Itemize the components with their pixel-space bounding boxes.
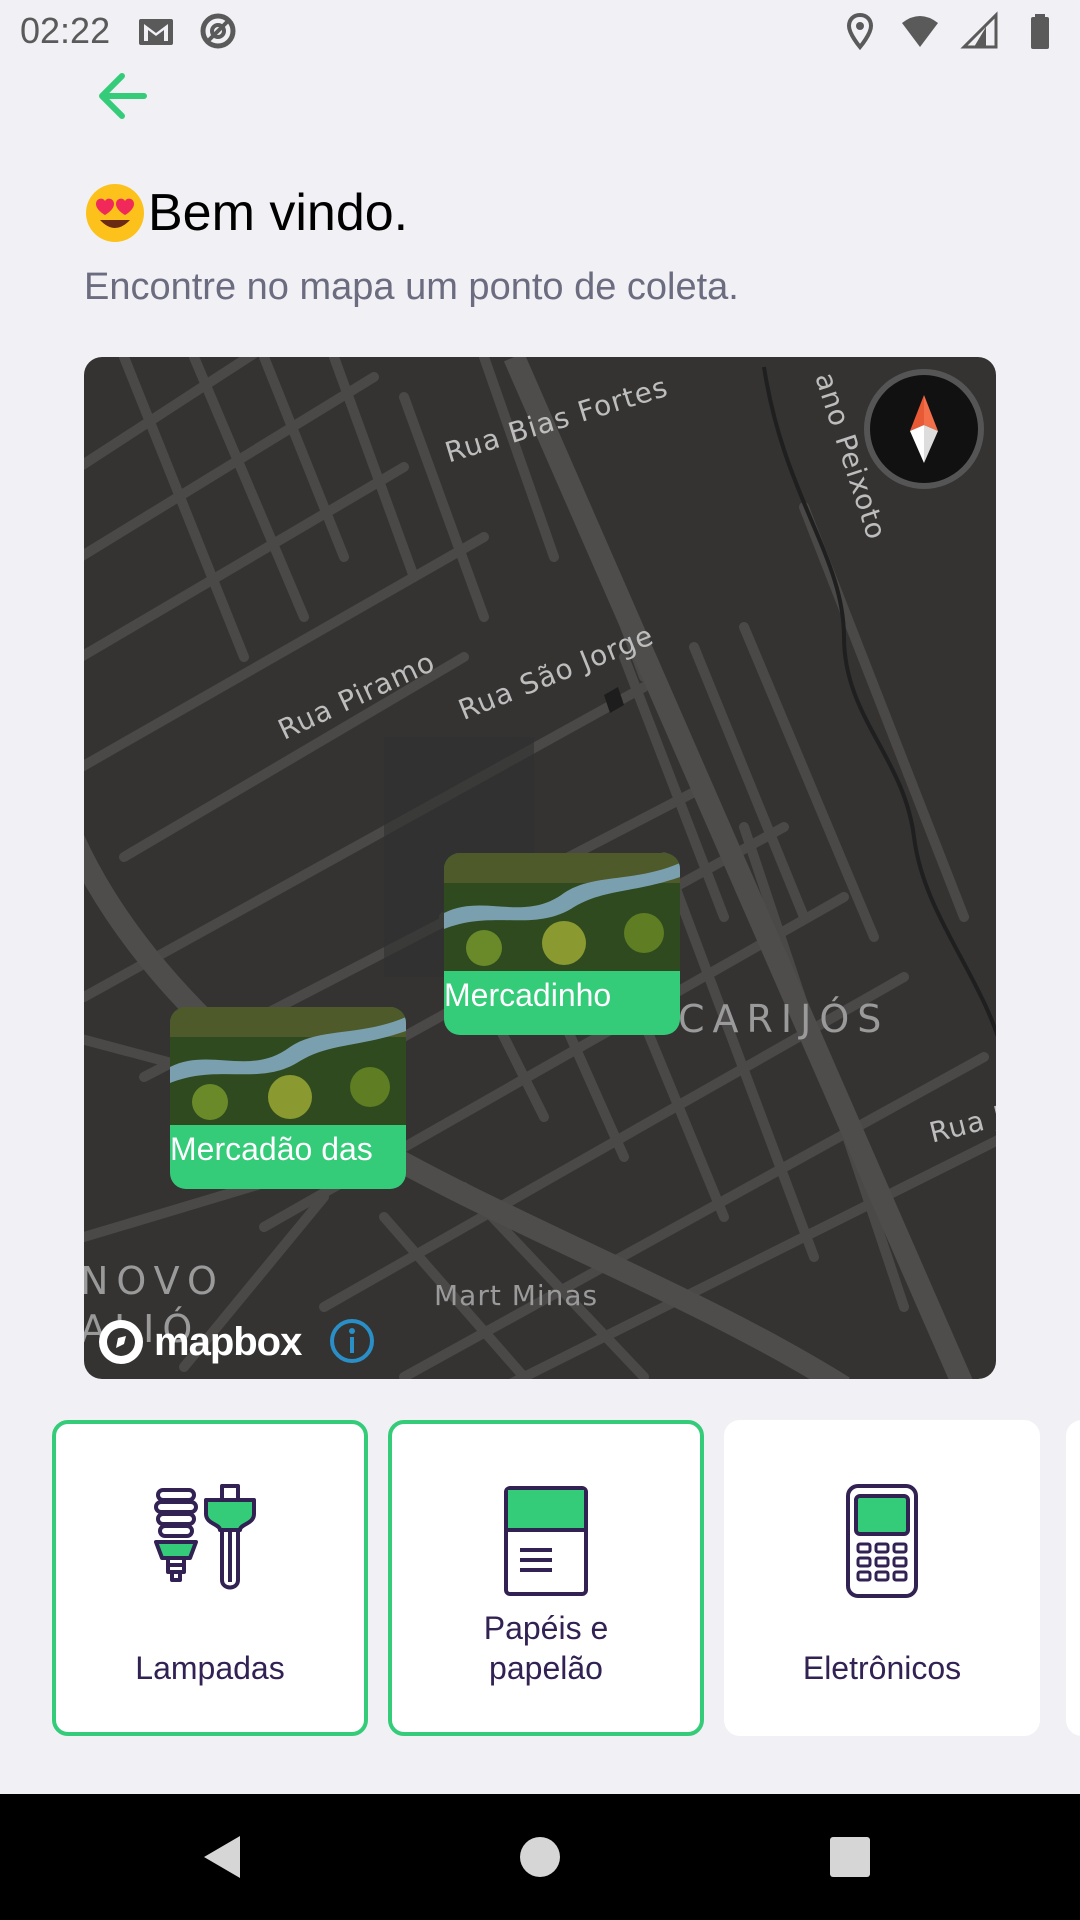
light-bulbs-icon bbox=[154, 1484, 256, 1590]
item-label: Papéis e papelão bbox=[483, 1610, 609, 1686]
nav-back-icon[interactable] bbox=[190, 1824, 256, 1890]
item-card-eletronicos[interactable]: Eletrônicos bbox=[724, 1420, 1040, 1736]
item-card-partial[interactable] bbox=[1066, 1420, 1080, 1736]
welcome-header: Bem vindo. bbox=[84, 182, 408, 244]
item-label: Lampadas bbox=[135, 1650, 285, 1686]
map-marker[interactable]: Mercadão das bbox=[170, 1007, 406, 1189]
item-label: Eletrônicos bbox=[802, 1650, 962, 1686]
marker-label: Mercadão das bbox=[170, 1131, 373, 1167]
location-icon bbox=[846, 12, 874, 51]
district-label: NOVO bbox=[84, 1259, 225, 1303]
status-time: 02:22 bbox=[20, 10, 111, 51]
map-marker[interactable]: Mercadinho bbox=[444, 853, 680, 1035]
paper-icon bbox=[504, 1486, 588, 1596]
status-bar: 02:22 bbox=[0, 0, 1080, 62]
mapbox-logo-icon bbox=[99, 1320, 143, 1364]
at-sign-icon bbox=[200, 13, 236, 49]
map-view[interactable]: Rua Bias Fortes Rua São Jorge Rua Piramo… bbox=[84, 357, 996, 1379]
heart-eyes-emoji-icon bbox=[86, 184, 144, 242]
page-title: Bem vindo. bbox=[148, 184, 409, 242]
system-nav-bar bbox=[0, 1794, 1080, 1920]
street-label: Mart Minas bbox=[434, 1279, 599, 1312]
electronics-icon bbox=[846, 1484, 918, 1598]
marker-photo bbox=[444, 853, 680, 971]
item-card-papeis[interactable]: Papéis e papelão bbox=[388, 1420, 704, 1736]
marker-photo bbox=[170, 1007, 406, 1125]
page-subtitle: Encontre no mapa um ponto de coleta. bbox=[84, 266, 739, 308]
items-scroll-list[interactable]: Lampadas Papéis e papelão Eletrônicos bbox=[52, 1420, 1080, 1736]
item-card-lampadas[interactable]: Lampadas bbox=[52, 1420, 368, 1736]
back-arrow-icon[interactable] bbox=[92, 64, 156, 128]
district-label: CARIJÓS bbox=[678, 997, 890, 1041]
nav-recents-icon[interactable] bbox=[817, 1824, 883, 1890]
info-icon[interactable] bbox=[328, 1317, 376, 1365]
wifi-icon bbox=[902, 16, 938, 47]
signal-icon bbox=[960, 11, 998, 49]
nav-home-icon[interactable] bbox=[507, 1824, 573, 1890]
mapbox-logo: mapbox bbox=[96, 1317, 302, 1367]
compass-button[interactable] bbox=[864, 369, 984, 489]
gmail-icon bbox=[139, 19, 174, 45]
mapbox-wordmark: mapbox bbox=[154, 1319, 302, 1364]
marker-label: Mercadinho bbox=[444, 977, 612, 1013]
battery-icon bbox=[1031, 14, 1049, 49]
compass-icon bbox=[910, 395, 938, 463]
